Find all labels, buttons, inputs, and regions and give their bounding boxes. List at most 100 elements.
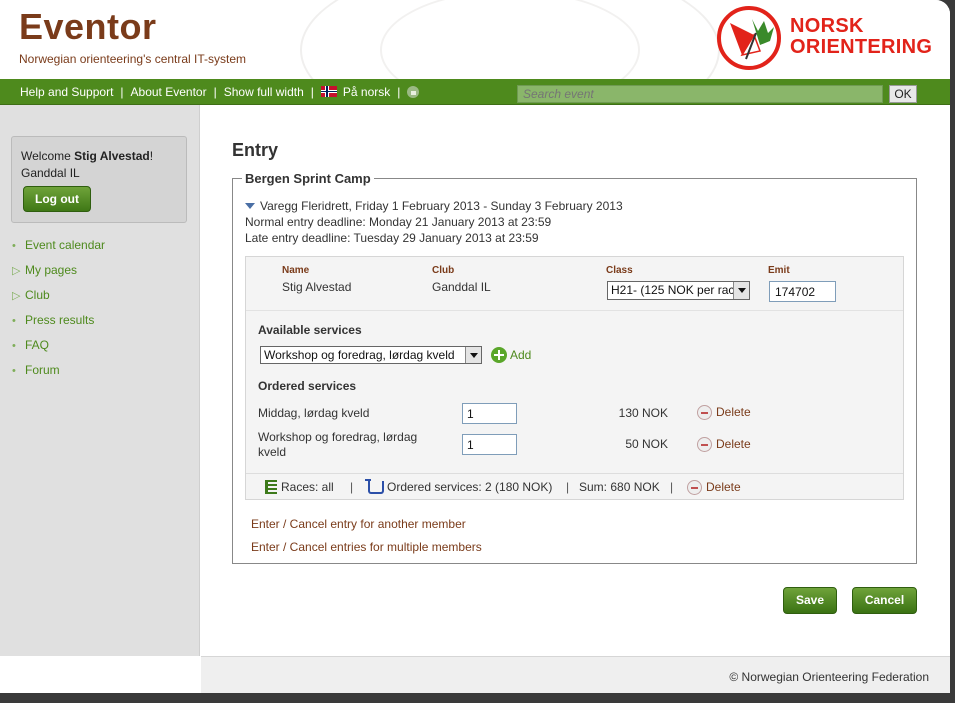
summary-separator: | bbox=[566, 480, 570, 494]
event-line[interactable]: Varegg Fleridrett, Friday 1 February 201… bbox=[245, 198, 623, 214]
top-nav: Help and Support | About Eventor | Show full… bbox=[0, 79, 950, 105]
bullet-icon: • bbox=[12, 365, 16, 377]
delete-label: Delete bbox=[716, 437, 751, 451]
enter-multiple-members-link[interactable]: Enter / Cancel entries for multiple memb… bbox=[251, 540, 482, 554]
sidebar-menu: • Event calendar ▷ My pages ▷ Club • Press r… bbox=[12, 238, 105, 388]
event-line-text: Varegg Fleridrett, Friday 1 February 201… bbox=[260, 199, 623, 213]
nav-separator: | bbox=[310, 85, 314, 99]
user-name: Stig Alvestad bbox=[74, 149, 150, 163]
name-header: Name bbox=[282, 265, 310, 276]
cancel-button[interactable]: Cancel bbox=[852, 587, 917, 614]
remove-icon bbox=[697, 405, 712, 420]
ordered-service-name: Middag, lørdag kveld bbox=[258, 406, 370, 420]
delete-service-button[interactable]: Delete bbox=[697, 437, 751, 452]
nav-links: Help and Support | About Eventor | Show full… bbox=[20, 85, 420, 99]
delete-entry-button[interactable]: Delete bbox=[687, 480, 741, 495]
nav-help-link[interactable]: Help and Support bbox=[20, 85, 113, 99]
page-title: Entry bbox=[232, 140, 279, 160]
site-subtitle: Norwegian orienteering's central IT-syst… bbox=[19, 52, 247, 66]
service-price: 130 NOK bbox=[618, 406, 668, 420]
available-services-title: Available services bbox=[258, 323, 362, 337]
shopping-cart-icon bbox=[365, 479, 384, 494]
sidebar-item-label: FAQ bbox=[25, 338, 50, 352]
site-logo-title[interactable]: Eventor bbox=[19, 6, 157, 48]
sidebar-item-label: Club bbox=[25, 288, 50, 302]
races-summary[interactable]: Races: all bbox=[265, 480, 334, 494]
lock-icon[interactable] bbox=[407, 86, 420, 98]
sidebar-item-label: Press results bbox=[25, 313, 95, 327]
divider bbox=[246, 310, 903, 311]
normal-deadline: Normal entry deadline: Monday 21 January… bbox=[245, 215, 552, 229]
service-price: 50 NOK bbox=[625, 437, 668, 451]
norway-flag-icon[interactable] bbox=[320, 86, 337, 97]
welcome-prefix: Welcome bbox=[21, 149, 75, 163]
footer: © Norwegian Orienteering Federation bbox=[201, 656, 950, 693]
summary-separator: | bbox=[670, 480, 674, 494]
enter-another-member-link[interactable]: Enter / Cancel entry for another member bbox=[251, 517, 466, 531]
bullet-icon: • bbox=[12, 240, 16, 252]
service-quantity-input[interactable] bbox=[462, 403, 517, 424]
logo-text-line2: ORIENTERING bbox=[790, 36, 933, 58]
delete-label: Delete bbox=[706, 480, 741, 494]
entry-club: Ganddal IL bbox=[432, 280, 491, 294]
main-content: Entry Bergen Sprint Camp Varegg Fleridre… bbox=[201, 105, 950, 656]
ordered-service-name: Workshop og foredrag, lørdag kveld bbox=[258, 430, 418, 459]
ordered-services-summary[interactable]: Ordered services: 2 (180 NOK) bbox=[365, 479, 552, 494]
ordered-services-title: Ordered services bbox=[258, 379, 357, 393]
sidebar-item-club[interactable]: ▷ Club bbox=[12, 288, 105, 313]
search-input[interactable] bbox=[517, 85, 883, 103]
entry-name: Stig Alvestad bbox=[282, 280, 352, 294]
sidebar-item-my-pages[interactable]: ▷ My pages bbox=[12, 263, 105, 288]
nav-separator: | bbox=[120, 85, 124, 99]
service-select[interactable]: Workshop og foredrag, lørdag kveld bbox=[260, 346, 482, 364]
remove-icon bbox=[687, 480, 702, 495]
bullet-icon: • bbox=[12, 340, 16, 352]
delete-service-button[interactable]: Delete bbox=[697, 405, 751, 420]
emit-header: Emit bbox=[768, 265, 790, 276]
sidebar-item-press-results[interactable]: • Press results bbox=[12, 313, 105, 338]
service-quantity-input[interactable] bbox=[462, 434, 517, 455]
club-header: Club bbox=[432, 265, 455, 276]
add-label: Add bbox=[510, 348, 532, 362]
sidebar-item-faq[interactable]: • FAQ bbox=[12, 338, 105, 363]
class-header: Class bbox=[606, 265, 633, 276]
welcome-text: Welcome Stig Alvestad! bbox=[21, 149, 177, 163]
sidebar-item-forum[interactable]: • Forum bbox=[12, 363, 105, 388]
expand-triangle-icon: ▷ bbox=[12, 265, 21, 277]
sidebar: Welcome Stig Alvestad! Ganddal IL Log ou… bbox=[0, 105, 200, 656]
sidebar-item-label: My pages bbox=[25, 263, 78, 277]
bullet-icon: • bbox=[12, 315, 16, 327]
sidebar-item-label: Forum bbox=[25, 363, 60, 377]
nav-about-link[interactable]: About Eventor bbox=[131, 85, 207, 99]
add-icon bbox=[491, 347, 507, 363]
dropdown-arrow-icon bbox=[465, 347, 481, 363]
entry-fieldset: Bergen Sprint Camp Varegg Fleridrett, Fr… bbox=[232, 171, 917, 564]
entry-summary: Races: all | Ordered services: 2 (180 NO… bbox=[246, 473, 903, 499]
entry-panel: Name Club Class Emit Stig Alvestad Gandd… bbox=[245, 256, 904, 500]
sidebar-item-event-calendar[interactable]: • Event calendar bbox=[12, 238, 105, 263]
norsk-orientering-logo-icon[interactable] bbox=[716, 5, 782, 71]
search-ok-button[interactable]: OK bbox=[889, 85, 917, 103]
logo-text-line1: NORSK bbox=[790, 15, 864, 37]
class-select[interactable]: H21- (125 NOK per race) bbox=[607, 281, 750, 300]
races-icon bbox=[265, 480, 277, 494]
nav-language-link[interactable]: På norsk bbox=[343, 85, 390, 99]
logo-text: NORSK ORIENTERING bbox=[790, 16, 932, 58]
save-button[interactable]: Save bbox=[783, 587, 837, 614]
races-text: Races: all bbox=[281, 480, 334, 494]
event-info: Varegg Fleridrett, Friday 1 February 201… bbox=[245, 198, 623, 246]
delete-label: Delete bbox=[716, 405, 751, 419]
chevron-down-icon bbox=[245, 203, 255, 209]
nav-full-width-link[interactable]: Show full width bbox=[224, 85, 304, 99]
app-window: Eventor Norwegian orienteering's central… bbox=[0, 0, 950, 693]
emit-input[interactable] bbox=[769, 281, 836, 302]
dropdown-arrow-icon bbox=[733, 282, 749, 299]
service-select-value: Workshop og foredrag, lørdag kveld bbox=[264, 348, 455, 362]
user-club: Ganddal IL bbox=[21, 166, 80, 180]
add-service-button[interactable]: Add bbox=[491, 347, 531, 363]
login-box: Welcome Stig Alvestad! Ganddal IL Log ou… bbox=[11, 136, 187, 223]
remove-icon bbox=[697, 437, 712, 452]
logout-button[interactable]: Log out bbox=[23, 186, 91, 212]
copyright: © Norwegian Orienteering Federation bbox=[729, 670, 929, 684]
sum-text: Sum: 680 NOK bbox=[579, 480, 660, 494]
